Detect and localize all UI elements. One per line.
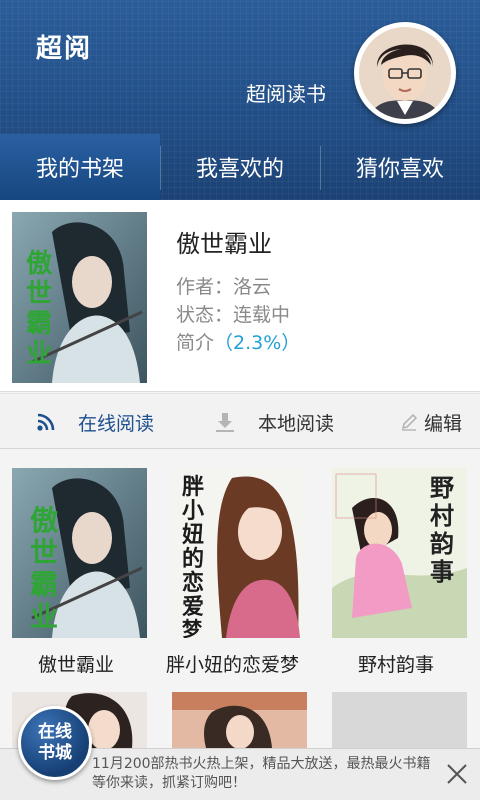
tab-recommendations[interactable]: 猜你喜欢 [320, 134, 480, 200]
shelf-book[interactable]: 胖 小 妞 的 恋 爱 梦 胖小妞的恋爱梦 [166, 468, 307, 676]
book-cover: 傲 世 霸 业 [12, 468, 147, 638]
user-avatar[interactable] [354, 22, 456, 124]
online-read-button[interactable]: 在线阅读 [36, 394, 154, 450]
local-read-button[interactable]: 本地阅读 [214, 394, 334, 450]
cover-title-char: 爱 [182, 594, 204, 619]
cover-title-char: 世 [26, 278, 52, 308]
cover-title-char: 傲 [30, 505, 58, 536]
cover-title-char: 胖 [182, 474, 204, 499]
app-title: 超阅 [36, 34, 93, 64]
shelf-book-partial[interactable] [172, 692, 307, 748]
cover-title-char: 事 [430, 559, 454, 586]
online-read-label: 在线阅读 [78, 412, 155, 435]
cover-title-char: 霸 [30, 569, 58, 600]
shelf-book-title: 野村韵事 [358, 654, 435, 676]
online-store-button[interactable]: 在线 书城 [18, 706, 92, 780]
shelf-book-title: 傲世霸业 [38, 654, 115, 676]
cover-title-char: 小 [182, 498, 204, 523]
pencil-icon [401, 413, 418, 431]
tab-my-shelf[interactable]: 我的书架 [0, 134, 160, 200]
intro-label: 简介 [176, 332, 215, 354]
cover-title-char: 业 [26, 338, 52, 368]
store-label-line2: 书城 [38, 743, 72, 763]
download-icon [216, 413, 234, 432]
cover-title-char: 世 [30, 537, 58, 568]
avatar-image [359, 27, 451, 119]
book-cover: 野 村 韵 事 [332, 468, 467, 638]
cover-title-char: 傲 [26, 248, 53, 278]
cover-title-char: 野 [430, 475, 454, 502]
shelf-book-title: 胖小妞的恋爱梦 [166, 654, 300, 676]
shelf-book[interactable]: 傲 世 霸 业 傲世霸业 [12, 468, 147, 676]
rss-icon [37, 413, 55, 431]
cover-title-char: 霸 [26, 308, 52, 338]
book-cover: 胖 小 妞 的 恋 爱 梦 [172, 468, 307, 638]
promo-text: 11月200部热书火热上架，精品大放送，最热最火书籍等你来读，抓紧订购吧！ [92, 756, 431, 791]
shelf-tabs: 我的书架 我喜欢的 猜你喜欢 [0, 134, 480, 200]
book-title: 傲世霸业 [176, 230, 272, 258]
cover-title-char: 韵 [430, 530, 454, 558]
cover-title-char: 恋 [182, 570, 204, 595]
cover-title-char: 村 [430, 503, 454, 530]
header: 超阅 超阅读书 我的书架 我喜欢的 猜你喜欢 [0, 0, 480, 200]
user-name[interactable]: 超阅读书 [246, 78, 326, 107]
book-actions: 在线阅读 本地阅读 编辑 [0, 393, 480, 449]
tab-my-favorites[interactable]: 我喜欢的 [160, 134, 320, 200]
book-intro: 简介（2.3%） [176, 328, 300, 355]
edit-button[interactable]: 编辑 [400, 394, 462, 450]
book-cover[interactable]: 傲 世 霸 业 [12, 212, 147, 383]
cover-title-char: 的 [182, 546, 204, 571]
current-book-card[interactable]: 傲 世 霸 业 傲世霸业 作者：洛云 状态：连载中 简介（2.3%） [0, 200, 480, 392]
book-cover [172, 692, 307, 748]
book-status: 状态：连载中 [176, 304, 291, 326]
book-author: 作者：洛云 [176, 276, 272, 298]
local-read-label: 本地阅读 [258, 412, 335, 435]
cover-title-char: 妞 [182, 522, 204, 547]
cover-title-char: 业 [30, 601, 58, 632]
cover-title-char: 梦 [182, 618, 203, 638]
reading-progress: （2.3%） [214, 332, 301, 354]
close-icon[interactable] [446, 763, 468, 785]
store-label-line1: 在线 [38, 722, 72, 742]
shelf-add-slot[interactable] [332, 692, 467, 748]
edit-label: 编辑 [424, 412, 463, 435]
shelf-book[interactable]: 野 村 韵 事 野村韵事 [332, 468, 467, 676]
